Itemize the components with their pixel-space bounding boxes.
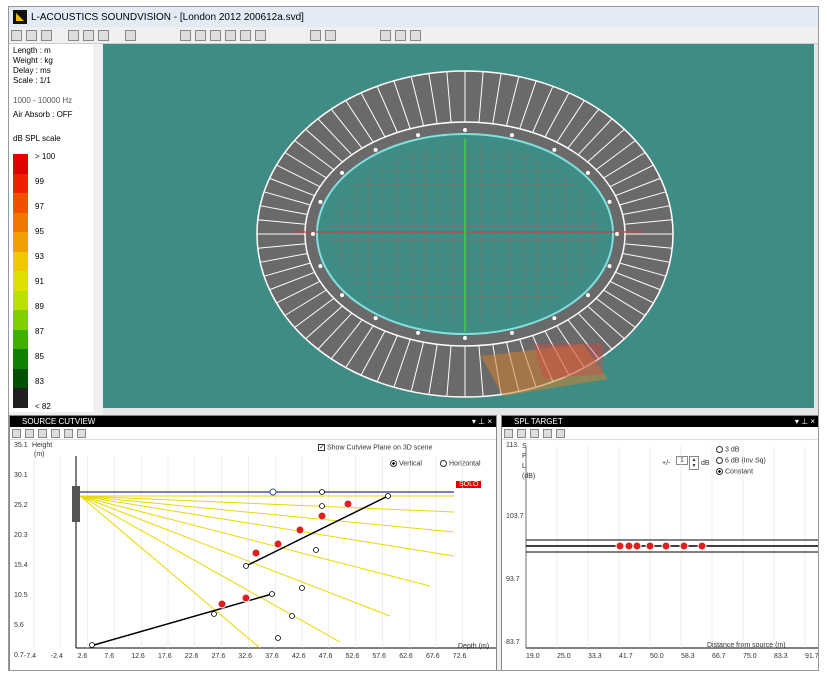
scale-label: 87 [35, 327, 44, 336]
scale-swatch [13, 251, 28, 271]
scale-swatch [13, 310, 28, 330]
flip-icon[interactable] [240, 29, 251, 41]
scale-label: 91 [35, 277, 44, 286]
scale-label: 85 [35, 352, 44, 361]
grid-icon[interactable] [180, 29, 191, 41]
view-color-icon[interactable] [83, 29, 94, 41]
window-title: L-ACOUSTICS SOUNDVISION - [London 2012 2… [31, 11, 304, 23]
sort-icon[interactable] [255, 29, 266, 41]
scale-label: 95 [35, 227, 44, 236]
scale-swatch [13, 290, 28, 310]
scale-label: 89 [35, 302, 44, 311]
scale-label: 97 [35, 202, 44, 211]
scale-swatch [13, 329, 28, 349]
spl-color-scale [13, 154, 28, 408]
rotate-icon[interactable] [225, 29, 236, 41]
app-logo-icon [13, 10, 27, 24]
copy-icon[interactable] [125, 29, 136, 41]
delay-unit: Delay : ms [13, 66, 51, 75]
report-icon[interactable] [395, 29, 406, 41]
app-window: L-ACOUSTICS SOUNDVISION - [London 2012 2… [8, 6, 819, 671]
new-file-icon[interactable] [11, 29, 22, 41]
scale-label: < 82 [35, 402, 51, 411]
scale-label: > 100 [35, 152, 56, 161]
scale-value: Scale : 1/1 [13, 76, 51, 85]
edit-icon[interactable] [210, 29, 221, 41]
stadium-plan [256, 70, 674, 398]
scale-swatch [13, 154, 28, 174]
scale-swatch [13, 271, 28, 291]
open-file-icon[interactable] [26, 29, 37, 41]
layout-icon[interactable] [310, 29, 321, 41]
windows-icon[interactable] [380, 29, 391, 41]
weight-unit: Weight : kg [13, 56, 53, 65]
scale-swatch [13, 212, 28, 232]
speaker-array [72, 486, 80, 522]
main-toolbar [9, 27, 818, 44]
view-top-icon[interactable] [68, 29, 79, 41]
scale-label: 99 [35, 177, 44, 186]
table-icon[interactable] [325, 29, 336, 41]
view-mapping-icon[interactable] [98, 29, 109, 41]
spl-target-pane: SPL TARGET ▾ ⊥ × 113. S P L (dB) 103.7 9… [501, 415, 818, 670]
select-icon[interactable] [195, 29, 206, 41]
scale-swatch [13, 173, 28, 193]
left-info-panel: Length : m Weight : kg Delay : ms Scale … [9, 44, 94, 412]
length-unit: Length : m [13, 46, 51, 55]
scale-label: 93 [35, 252, 44, 261]
scale-swatch [13, 193, 28, 213]
spl-target-plot [525, 446, 818, 649]
scale-swatch [13, 368, 28, 388]
title-bar: L-ACOUSTICS SOUNDVISION - [London 2012 2… [9, 7, 818, 27]
scale-swatch [13, 388, 28, 408]
source-cutview-pane: SOURCE CUTVIEW ▾ ⊥ × ✓ Show Cutview Plane… [9, 415, 497, 670]
vertical-scrollbar[interactable] [814, 44, 818, 415]
frequency-range: 1000 - 10000 Hz [13, 96, 73, 105]
stadium-3d-view[interactable] [103, 44, 814, 408]
cutview-plot [33, 456, 496, 649]
air-absorb: Air Absorb : OFF [13, 110, 73, 119]
scale-swatch [13, 349, 28, 369]
web-icon[interactable] [410, 29, 421, 41]
scale-swatch [13, 232, 28, 252]
side-tools [93, 44, 103, 412]
spl-scale-title: dB SPL scale [13, 134, 61, 143]
save-icon[interactable] [41, 29, 52, 41]
horizontal-scrollbar[interactable] [103, 408, 814, 415]
scale-label: 83 [35, 377, 44, 386]
